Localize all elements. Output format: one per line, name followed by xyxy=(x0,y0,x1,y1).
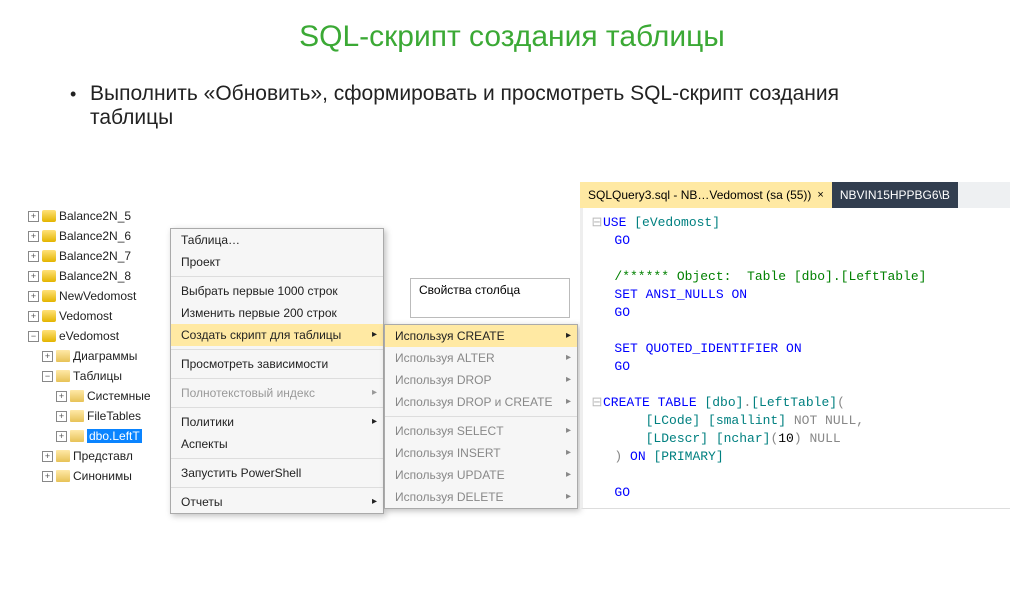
fold-icon[interactable]: ⊟ xyxy=(591,214,603,232)
expand-icon[interactable]: + xyxy=(56,431,67,442)
tree-node[interactable]: +FileTables xyxy=(28,406,178,426)
tree-node[interactable]: +Balance2N_7 xyxy=(28,246,178,266)
tree-node[interactable]: −eVedomost xyxy=(28,326,178,346)
submenu-arrow-icon: ▸ xyxy=(566,396,571,407)
tree-node[interactable]: +Синонимы xyxy=(28,466,178,486)
tree-node[interactable]: −Таблицы xyxy=(28,366,178,386)
page-title: SQL-скрипт создания таблицы xyxy=(0,20,1024,54)
menu-separator xyxy=(171,487,383,488)
submenu-item-dropcreate[interactable]: Используя DROP и CREATE▸ xyxy=(385,391,577,413)
expand-icon[interactable]: + xyxy=(56,391,67,402)
editor-tabs[interactable]: SQLQuery3.sql - NB…Vedomost (sa (55))× N… xyxy=(580,182,1010,208)
database-icon xyxy=(42,230,56,242)
sql-editor: SQLQuery3.sql - NB…Vedomost (sa (55))× N… xyxy=(580,182,1010,509)
folder-icon xyxy=(56,350,70,362)
menu-separator xyxy=(171,349,383,350)
tree-node[interactable]: +Системные xyxy=(28,386,178,406)
folder-icon xyxy=(70,390,84,402)
menu-separator xyxy=(171,407,383,408)
submenu-item-drop[interactable]: Используя DROP▸ xyxy=(385,369,577,391)
menu-separator xyxy=(171,276,383,277)
menu-item-select1000[interactable]: Выбрать первые 1000 строк xyxy=(171,280,383,302)
submenu-item-insert[interactable]: Используя INSERT▸ xyxy=(385,442,577,464)
submenu-arrow-icon: ▸ xyxy=(566,374,571,385)
collapse-icon[interactable]: − xyxy=(28,331,39,342)
tree-node[interactable]: +Balance2N_5 xyxy=(28,206,178,226)
folder-icon xyxy=(70,410,84,422)
database-icon xyxy=(42,250,56,262)
expand-icon[interactable]: + xyxy=(28,271,39,282)
tree-node[interactable]: +Balance2N_8 xyxy=(28,266,178,286)
tree-node[interactable]: +NewVedomost xyxy=(28,286,178,306)
submenu-arrow-icon: ▸ xyxy=(566,491,571,502)
tab-active[interactable]: SQLQuery3.sql - NB…Vedomost (sa (55))× xyxy=(580,182,832,208)
database-icon xyxy=(42,310,56,322)
menu-item-script-table[interactable]: Создать скрипт для таблицы▸ xyxy=(171,324,383,346)
menu-item-aspects[interactable]: Аспекты xyxy=(171,433,383,455)
tree-node[interactable]: +Balance2N_6 xyxy=(28,226,178,246)
tree-node[interactable]: +Диаграммы xyxy=(28,346,178,366)
table-icon xyxy=(70,430,84,442)
expand-icon[interactable]: + xyxy=(42,451,53,462)
database-icon xyxy=(42,210,56,222)
menu-item-table[interactable]: Таблица… xyxy=(171,229,383,251)
submenu-arrow-icon: ▸ xyxy=(372,496,377,507)
tab-other[interactable]: NBVIN15HPPBG6\В xyxy=(832,182,958,208)
submenu-arrow-icon: ▸ xyxy=(372,387,377,398)
submenu-item-alter[interactable]: Используя ALTER▸ xyxy=(385,347,577,369)
expand-icon[interactable]: + xyxy=(28,311,39,322)
menu-separator xyxy=(171,458,383,459)
expand-icon[interactable]: + xyxy=(28,231,39,242)
menu-item-edit200[interactable]: Изменить первые 200 строк xyxy=(171,302,383,324)
instruction-bullet: Выполнить «Обновить», сформировать и про… xyxy=(70,82,920,130)
folder-icon xyxy=(56,450,70,462)
expand-icon[interactable]: + xyxy=(28,291,39,302)
menu-item-policies[interactable]: Политики▸ xyxy=(171,411,383,433)
tree-node[interactable]: +Vedomost xyxy=(28,306,178,326)
menu-item-reports[interactable]: Отчеты▸ xyxy=(171,491,383,513)
sql-code[interactable]: ⊟USE [eVedomost] GO /****** Object: Tabl… xyxy=(580,208,1010,509)
submenu-item-create[interactable]: Используя CREATE▸ xyxy=(385,325,577,347)
submenu-item-delete[interactable]: Используя DELETE▸ xyxy=(385,486,577,508)
submenu-arrow-icon: ▸ xyxy=(566,447,571,458)
expand-icon[interactable]: + xyxy=(42,471,53,482)
context-menu[interactable]: Таблица… Проект Выбрать первые 1000 стро… xyxy=(170,228,384,514)
expand-icon[interactable]: + xyxy=(28,211,39,222)
menu-item-powershell[interactable]: Запустить PowerShell xyxy=(171,462,383,484)
tree-node[interactable]: +Представл xyxy=(28,446,178,466)
submenu-arrow-icon: ▸ xyxy=(566,352,571,363)
submenu-item-update[interactable]: Используя UPDATE▸ xyxy=(385,464,577,486)
database-icon xyxy=(42,330,56,342)
submenu-script-as[interactable]: Используя CREATE▸ Используя ALTER▸ Испол… xyxy=(384,324,578,509)
database-icon xyxy=(42,270,56,282)
folder-icon xyxy=(56,470,70,482)
expand-icon[interactable]: + xyxy=(42,351,53,362)
submenu-arrow-icon: ▸ xyxy=(566,425,571,436)
menu-item-view-deps[interactable]: Просмотреть зависимости xyxy=(171,353,383,375)
object-explorer-tree[interactable]: +Balance2N_5 +Balance2N_6 +Balance2N_7 +… xyxy=(28,206,178,486)
expand-icon[interactable]: + xyxy=(28,251,39,262)
menu-item-fulltext: Полнотекстовый индекс▸ xyxy=(171,382,383,404)
tree-node-selected[interactable]: +dbo.LeftT xyxy=(28,426,178,446)
collapse-icon[interactable]: − xyxy=(42,371,53,382)
menu-separator xyxy=(171,378,383,379)
database-icon xyxy=(42,290,56,302)
expand-icon[interactable]: + xyxy=(56,411,67,422)
submenu-item-select[interactable]: Используя SELECT▸ xyxy=(385,420,577,442)
folder-icon xyxy=(56,370,70,382)
submenu-arrow-icon: ▸ xyxy=(566,330,571,341)
close-icon[interactable]: × xyxy=(817,189,823,201)
menu-separator xyxy=(385,416,577,417)
submenu-arrow-icon: ▸ xyxy=(372,416,377,427)
column-properties-panel: Свойства столбца xyxy=(410,278,570,318)
fold-icon[interactable]: ⊟ xyxy=(591,394,603,412)
menu-item-project[interactable]: Проект xyxy=(171,251,383,273)
submenu-arrow-icon: ▸ xyxy=(566,469,571,480)
submenu-arrow-icon: ▸ xyxy=(372,329,377,340)
